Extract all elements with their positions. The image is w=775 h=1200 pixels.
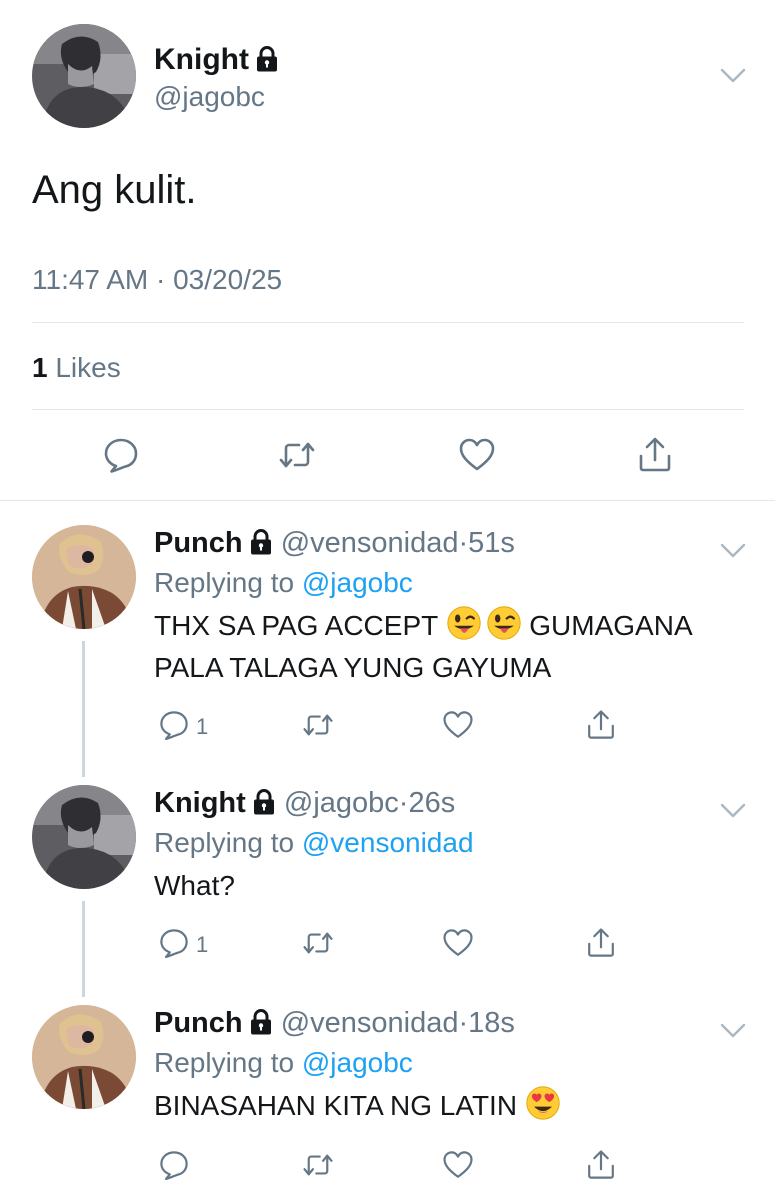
chevron-down-icon[interactable] (720, 803, 746, 819)
replying-to: Replying to @jagobc (154, 1045, 413, 1081)
retweet-icon[interactable] (302, 927, 334, 959)
likes-count: 1 (32, 352, 48, 383)
divider (32, 322, 744, 323)
heart-icon[interactable] (442, 927, 474, 959)
retweet-icon[interactable] (302, 709, 334, 741)
chevron-down-icon[interactable] (720, 68, 746, 84)
author-name[interactable]: Punch (154, 1007, 243, 1039)
share-icon[interactable] (636, 436, 674, 474)
lock-icon (249, 1009, 273, 1035)
reply-text-part: BINASAHAN KITA NG LATIN (154, 1090, 518, 1121)
thread-line (82, 901, 85, 997)
author-name[interactable]: Knight (154, 43, 249, 76)
author-handle[interactable]: @vensonidad (281, 1007, 459, 1039)
separator-dot: · (458, 1007, 469, 1039)
separator-dot: · (398, 787, 409, 819)
author-handle[interactable]: @vensonidad (281, 527, 459, 559)
reply-time: 51s (468, 527, 515, 559)
comment-icon[interactable] (158, 709, 190, 741)
comment-icon[interactable] (158, 927, 190, 959)
replying-to-link[interactable]: @vensonidad (302, 827, 474, 858)
chevron-down-icon[interactable] (720, 543, 746, 559)
smiling-face-with-heart-eyes-emoji (525, 1085, 561, 1121)
comment-icon[interactable] (158, 1149, 190, 1181)
share-icon[interactable] (585, 927, 617, 959)
avatar[interactable] (32, 785, 136, 889)
reply-text-part: PALA TALAGA YUNG GAYUMA (154, 652, 552, 683)
reply-count: 1 (196, 714, 209, 739)
lock-icon (252, 789, 276, 815)
reply-time: 18s (468, 1007, 515, 1039)
share-icon[interactable] (585, 709, 617, 741)
author-handle[interactable]: @jagobc (284, 787, 399, 819)
divider (0, 500, 775, 501)
reply-header: Punch @vensonidad·51s (154, 525, 515, 561)
reply-count: 1 (196, 932, 209, 957)
likes-label: Likes (55, 352, 121, 383)
author-handle[interactable]: @jagobc (154, 80, 265, 114)
reply-text: BINASAHAN KITA NG LATIN (154, 1085, 754, 1127)
replying-prefix: Replying to (154, 567, 295, 598)
author-name[interactable]: Knight (154, 787, 246, 819)
reply-text-part: GUMAGANA (529, 610, 693, 641)
tweet-text: Ang kulit. (32, 168, 197, 212)
heart-icon[interactable] (442, 1149, 474, 1181)
replying-to: Replying to @vensonidad (154, 825, 474, 861)
replying-prefix: Replying to (154, 827, 295, 858)
chevron-down-icon[interactable] (720, 1023, 746, 1039)
reply-time: 26s (408, 787, 456, 819)
replying-prefix: Replying to (154, 1047, 295, 1078)
reply-header: Knight @jagobc·26s (154, 785, 455, 821)
author-name-row[interactable]: Knight (154, 42, 279, 78)
heart-icon[interactable] (442, 709, 474, 741)
heart-icon[interactable] (458, 436, 496, 474)
comment-icon[interactable] (102, 436, 140, 474)
replying-to-link[interactable]: @jagobc (302, 1047, 413, 1078)
replying-to-link[interactable]: @jagobc (302, 567, 413, 598)
tweet-timestamp: 11:47 AM · 03/20/25 (32, 264, 283, 295)
author-name[interactable]: Punch (154, 527, 243, 559)
avatar[interactable] (32, 1005, 136, 1109)
avatar[interactable] (32, 24, 136, 128)
replying-to: Replying to @jagobc (154, 565, 413, 601)
share-icon[interactable] (585, 1149, 617, 1181)
retweet-icon[interactable] (302, 1149, 334, 1181)
winking-face-with-tongue-emoji (446, 605, 482, 641)
reply-header: Punch @vensonidad·18s (154, 1005, 515, 1041)
divider (32, 409, 744, 410)
reply-text: What? (154, 870, 235, 901)
winking-face-with-tongue-emoji (486, 605, 522, 641)
reply-text: THX SA PAG ACCEPT GUMAGANA PALA TALAGA Y… (154, 605, 754, 689)
lock-icon (249, 529, 273, 555)
thread-line (82, 641, 85, 777)
likes-link[interactable]: 1 Likes (32, 351, 121, 385)
separator-dot: · (458, 527, 469, 559)
retweet-icon[interactable] (278, 436, 316, 474)
reply-text-part: THX SA PAG ACCEPT (154, 610, 438, 641)
avatar[interactable] (32, 525, 136, 629)
lock-icon (255, 46, 279, 72)
